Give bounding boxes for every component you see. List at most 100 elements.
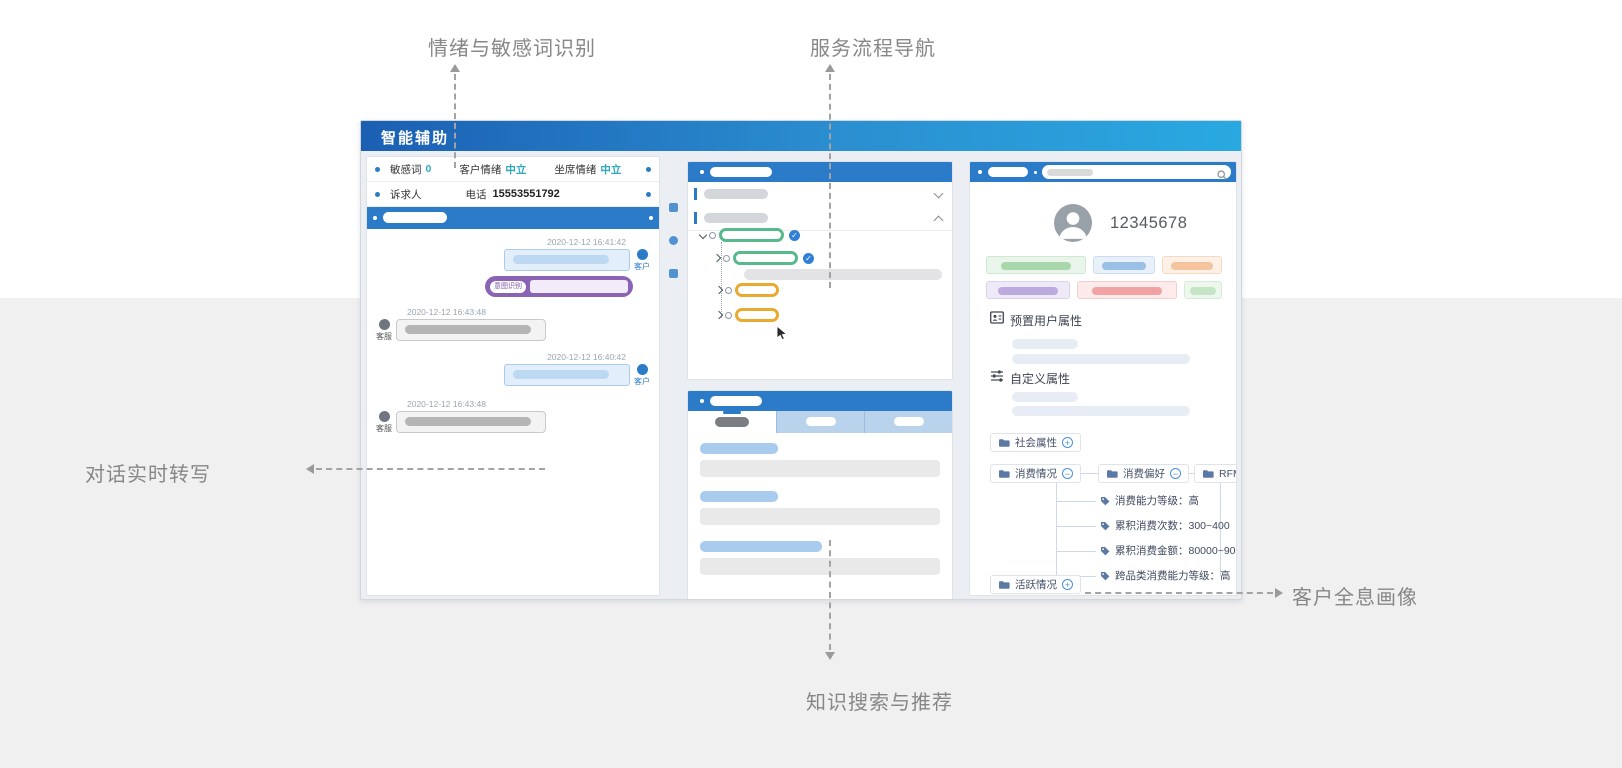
flow-node-done[interactable]: ✓ — [714, 251, 814, 265]
customer-tag[interactable] — [1184, 281, 1222, 299]
header-dot-icon — [700, 399, 704, 403]
flow-step-pill-green[interactable] — [733, 251, 798, 265]
customer-id: 12345678 — [1110, 214, 1187, 233]
intent-pill[interactable]: 意图识别 — [485, 276, 633, 297]
customer-emotion-value: 中立 — [505, 162, 526, 177]
agent-avatar — [379, 319, 390, 330]
agent-emotion-label: 坐席情绪 — [554, 162, 596, 177]
tag-icon — [1100, 571, 1110, 581]
customer-tag[interactable] — [1093, 256, 1155, 274]
panel-title-placeholder — [710, 167, 772, 177]
agent-message-bubble[interactable] — [396, 411, 546, 433]
message-text-placeholder — [405, 417, 531, 426]
preference-tag-item[interactable]: 累积消费次数：300~400 — [1100, 518, 1230, 533]
chevron-down-icon[interactable] — [699, 231, 707, 239]
minus-circle-icon[interactable]: − — [1062, 468, 1073, 479]
chevron-up-icon[interactable] — [934, 216, 944, 226]
side-toolbar — [665, 203, 681, 278]
search-icon[interactable] — [1217, 167, 1227, 185]
attr-node-preference[interactable]: 消费偏好 − — [1098, 464, 1189, 483]
search-placeholder-bar — [1047, 169, 1093, 176]
folder-icon — [998, 469, 1010, 479]
plus-circle-icon[interactable]: + — [1062, 579, 1073, 590]
attr-node-social[interactable]: 社会属性 + — [990, 433, 1081, 452]
chevron-down-icon[interactable] — [934, 189, 944, 199]
chevron-right-icon[interactable] — [715, 286, 723, 294]
agent-message-bubble[interactable] — [396, 319, 546, 341]
plus-circle-icon[interactable]: + — [1062, 437, 1073, 448]
minus-circle-icon[interactable]: − — [1170, 468, 1181, 479]
chat-transcript[interactable]: 2020-12-12 16:41:42 客户 意图识别 — [367, 229, 659, 434]
callout-knowledge-line — [829, 540, 831, 650]
attr-node-active[interactable]: 活跃情况 + — [990, 575, 1081, 594]
callout-emotion-label: 情绪与敏感词识别 — [428, 32, 596, 61]
phone-label: 电话 — [466, 187, 487, 202]
message-text-placeholder — [513, 370, 609, 379]
search-input[interactable] — [1042, 165, 1231, 179]
message-timestamp: 2020-12-12 16:41:42 — [504, 237, 626, 247]
tab-active[interactable] — [688, 411, 777, 433]
callout-portrait-line — [1085, 592, 1273, 594]
customer-message-bubble[interactable] — [504, 249, 630, 271]
active-tab-indicator — [723, 411, 741, 414]
flow-section-collapsed[interactable] — [688, 182, 952, 207]
flow-node-pending[interactable] — [716, 308, 779, 322]
caller-info-row: 诉求人 电话 15553551792 — [367, 182, 659, 207]
customer-message-bubble[interactable] — [504, 364, 630, 386]
knowledge-item[interactable] — [700, 491, 940, 525]
sender-label: 客户 — [634, 261, 650, 272]
tab-inactive[interactable] — [777, 411, 865, 433]
row-accent — [694, 212, 697, 224]
sender-label: 客服 — [376, 423, 392, 434]
preference-tag-text: 累积消费次数：300~400 — [1115, 518, 1230, 533]
callout-emotion-arrow-icon — [450, 64, 460, 72]
knowledge-item[interactable] — [700, 443, 940, 477]
customer-tag[interactable] — [986, 256, 1086, 274]
row-marker-dot-icon — [646, 167, 651, 172]
preference-tag-item[interactable]: 跨品类消费能力等级：高 — [1100, 568, 1231, 583]
flow-panel-header — [688, 162, 952, 182]
knowledge-item[interactable] — [700, 541, 940, 575]
toolbar-icon[interactable] — [669, 269, 678, 278]
message-timestamp: 2020-12-12 16:43:48 — [407, 307, 651, 317]
result-title-placeholder — [700, 491, 778, 502]
attr-node-rfm[interactable]: RFM − — [1194, 464, 1237, 483]
callout-transcript-label: 对话实时转写 — [85, 458, 211, 487]
flow-node-pending[interactable] — [716, 283, 779, 297]
customer-tag[interactable] — [986, 281, 1070, 299]
tree-connector — [1056, 483, 1057, 577]
folder-icon — [998, 580, 1010, 590]
message-text-placeholder — [405, 325, 531, 334]
attr-node-label: 消费偏好 — [1123, 466, 1165, 481]
customer-avatar — [637, 249, 648, 260]
folder-icon — [998, 438, 1010, 448]
result-snippet-placeholder — [700, 508, 940, 525]
chevron-right-icon[interactable] — [715, 311, 723, 319]
flow-step-pill-green[interactable] — [719, 228, 784, 242]
attr-node-consumption[interactable]: 消费情况 − — [990, 464, 1081, 483]
person-icon — [1054, 204, 1092, 242]
customer-tag[interactable] — [1162, 256, 1222, 274]
customer-tag[interactable] — [1077, 281, 1177, 299]
tree-connector — [1056, 551, 1096, 552]
flow-step-pill-yellow[interactable] — [735, 308, 779, 322]
flow-highlight-row[interactable] — [744, 269, 942, 280]
preference-tag-text: 消费能力等级：高 — [1115, 493, 1199, 508]
knowledge-tabs — [688, 411, 952, 433]
tab-inactive[interactable] — [865, 411, 952, 433]
sliders-icon — [990, 369, 1004, 387]
phone-number: 15553551792 — [493, 188, 560, 200]
row-marker-dot-icon — [646, 192, 651, 197]
folder-icon — [1202, 469, 1214, 479]
toolbar-icon[interactable] — [669, 203, 678, 212]
section-title-placeholder — [383, 212, 447, 223]
result-snippet-placeholder — [700, 558, 940, 575]
toolbar-icon[interactable] — [669, 236, 678, 245]
section-label-placeholder — [704, 189, 768, 199]
flow-node-done[interactable]: ✓ — [700, 228, 800, 242]
preference-tag-item[interactable]: 消费能力等级：高 — [1100, 493, 1199, 508]
preference-tag-item[interactable]: 累积消费金额：80000~90000 — [1100, 543, 1237, 558]
flow-step-pill-yellow[interactable] — [735, 283, 779, 297]
callout-transcript-line — [316, 468, 545, 470]
chevron-right-icon[interactable] — [713, 254, 721, 262]
